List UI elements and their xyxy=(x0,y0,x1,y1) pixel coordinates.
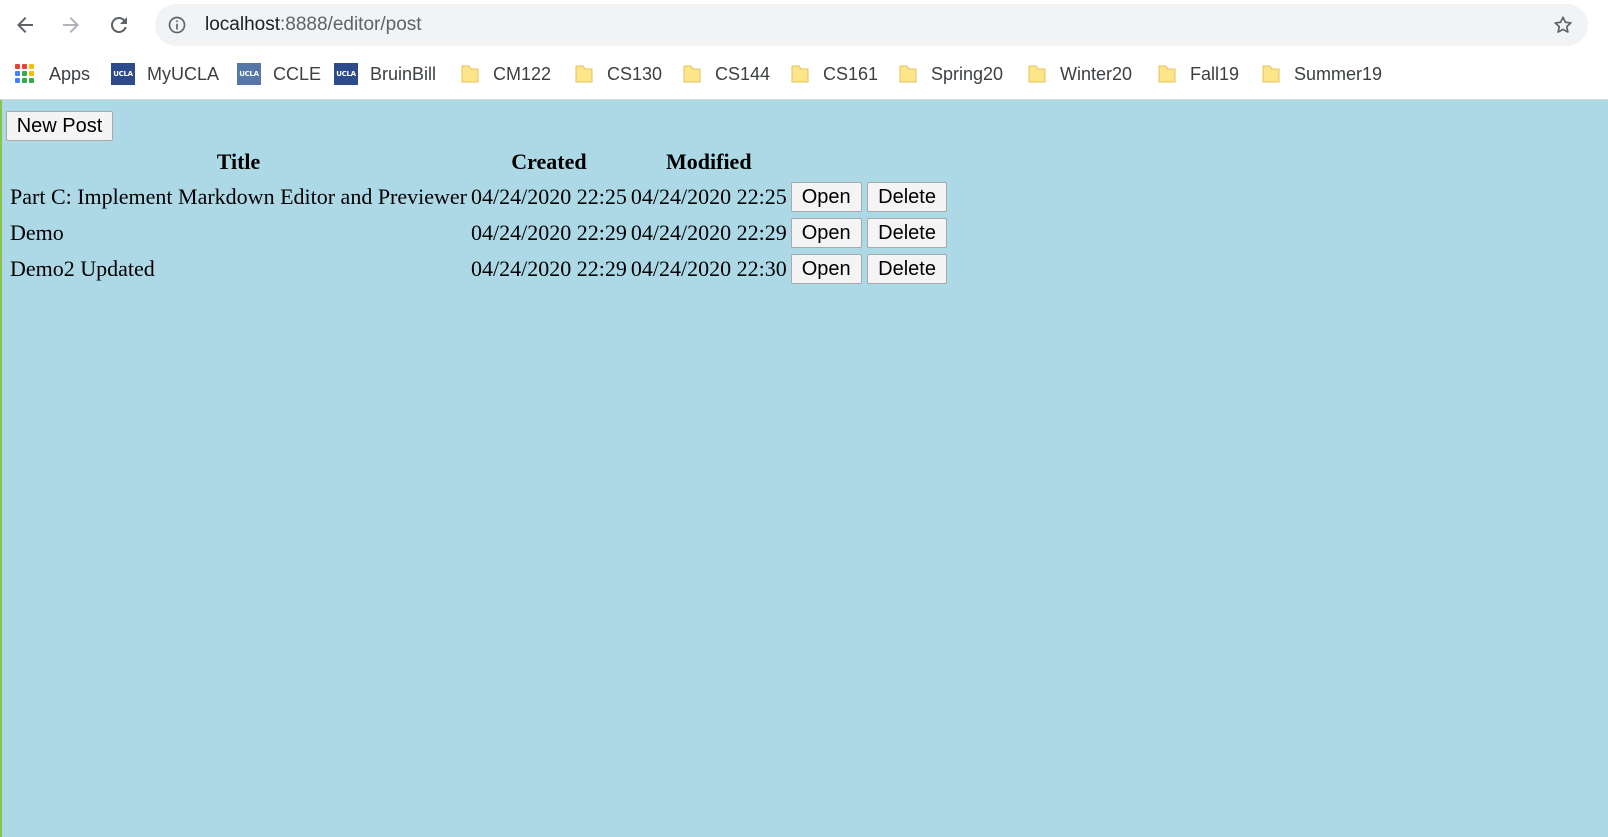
delete-button[interactable]: Delete xyxy=(867,218,947,248)
folder-icon xyxy=(1262,65,1280,83)
info-icon[interactable] xyxy=(167,15,187,35)
forward-button[interactable] xyxy=(54,8,88,42)
bookmark-label: CS161 xyxy=(823,63,879,84)
reload-button[interactable] xyxy=(102,8,136,42)
posts-table: Title Created Modified Part C: Implement… xyxy=(7,144,950,288)
post-modified: 04/24/2020 22:30 xyxy=(630,256,787,281)
table-row: Demo2 Updated 04/24/2020 22:29 04/24/202… xyxy=(9,252,948,286)
open-button[interactable]: Open xyxy=(790,218,862,248)
open-button[interactable]: Open xyxy=(790,182,862,212)
new-post-button[interactable]: New Post xyxy=(6,111,113,141)
bookmark-cs130[interactable]: CS130 xyxy=(574,60,662,88)
folder-icon xyxy=(683,65,701,83)
post-actions: Open Delete xyxy=(790,216,948,250)
bookmark-label: CM122 xyxy=(493,63,552,84)
bookmark-label: MyUCLA xyxy=(147,63,220,84)
bookmark-label: Spring20 xyxy=(931,63,1004,84)
folder-icon xyxy=(899,65,917,83)
bookmark-label: Fall19 xyxy=(1190,63,1240,84)
delete-button[interactable]: Delete xyxy=(867,182,947,212)
folder-icon xyxy=(1158,65,1176,83)
post-created: 04/24/2020 22:29 xyxy=(471,256,627,281)
header-modified: Modified xyxy=(666,149,752,174)
apps-grid-icon xyxy=(15,64,35,84)
bookmark-ccle[interactable]: UCLA CCLE xyxy=(237,60,321,88)
bookmark-apps[interactable]: Apps xyxy=(14,60,90,88)
url-path: :8888/editor/post xyxy=(280,14,422,35)
bookmark-star-icon[interactable] xyxy=(1552,14,1574,36)
bookmark-spring20[interactable]: Spring20 xyxy=(898,60,1003,88)
folder-icon xyxy=(575,65,593,83)
ucla-icon: UCLA xyxy=(237,63,261,85)
bookmark-label: CCLE xyxy=(273,63,322,84)
open-button[interactable]: Open xyxy=(790,254,862,284)
bookmark-bruinbill[interactable]: UCLA BruinBill xyxy=(334,60,436,88)
bookmark-cm122[interactable]: CM122 xyxy=(460,60,551,88)
bookmark-label: Summer19 xyxy=(1294,63,1383,84)
page-content: New Post Title Created Modified Part C: … xyxy=(0,100,1608,837)
bookmarks-bar: Apps UCLA MyUCLA UCLA CCLE UCLA BruinBil… xyxy=(0,50,1608,100)
bookmark-label: CS130 xyxy=(607,63,663,84)
post-title: Demo xyxy=(10,220,64,245)
header-created: Created xyxy=(511,149,587,174)
post-modified: 04/24/2020 22:25 xyxy=(630,184,787,209)
ucla-icon: UCLA xyxy=(334,63,358,85)
bookmark-winter20[interactable]: Winter20 xyxy=(1027,60,1132,88)
bookmark-myucla[interactable]: UCLA MyUCLA xyxy=(111,60,219,88)
table-header-row: Title Created Modified xyxy=(9,146,948,178)
reload-icon xyxy=(110,16,127,33)
post-title: Demo2 Updated xyxy=(10,256,155,281)
bookmark-fall19[interactable]: Fall19 xyxy=(1157,60,1239,88)
url-host: localhost xyxy=(205,14,280,35)
post-modified: 04/24/2020 22:29 xyxy=(630,220,787,245)
bookmark-label: Apps xyxy=(49,63,91,84)
url-text: localhost:8888/editor/post xyxy=(205,14,422,36)
delete-button[interactable]: Delete xyxy=(867,254,947,284)
back-arrow-icon xyxy=(17,17,33,33)
bookmark-label: CS144 xyxy=(715,63,771,84)
back-button[interactable] xyxy=(8,8,42,42)
ucla-icon: UCLA xyxy=(111,63,135,85)
forward-arrow-icon xyxy=(63,17,79,33)
header-actions xyxy=(790,146,948,178)
table-row: Part C: Implement Markdown Editor and Pr… xyxy=(9,180,948,214)
post-actions: Open Delete xyxy=(790,180,948,214)
bookmark-cs161[interactable]: CS161 xyxy=(790,60,878,88)
table-row: Demo 04/24/2020 22:29 04/24/2020 22:29 O… xyxy=(9,216,948,250)
bookmark-label: BruinBill xyxy=(370,63,437,84)
folder-icon xyxy=(791,65,809,83)
post-created: 04/24/2020 22:25 xyxy=(471,184,627,209)
address-bar[interactable]: localhost:8888/editor/post xyxy=(155,4,1588,46)
post-title: Part C: Implement Markdown Editor and Pr… xyxy=(10,184,468,209)
bookmark-cs144[interactable]: CS144 xyxy=(682,60,770,88)
folder-icon xyxy=(461,65,479,83)
header-title: Title xyxy=(216,149,261,174)
bookmark-label: Winter20 xyxy=(1060,63,1133,84)
post-created: 04/24/2020 22:29 xyxy=(471,220,627,245)
bookmark-summer19[interactable]: Summer19 xyxy=(1261,60,1382,88)
folder-icon xyxy=(1028,65,1046,83)
browser-toolbar: localhost:8888/editor/post xyxy=(0,0,1608,50)
post-actions: Open Delete xyxy=(790,252,948,286)
